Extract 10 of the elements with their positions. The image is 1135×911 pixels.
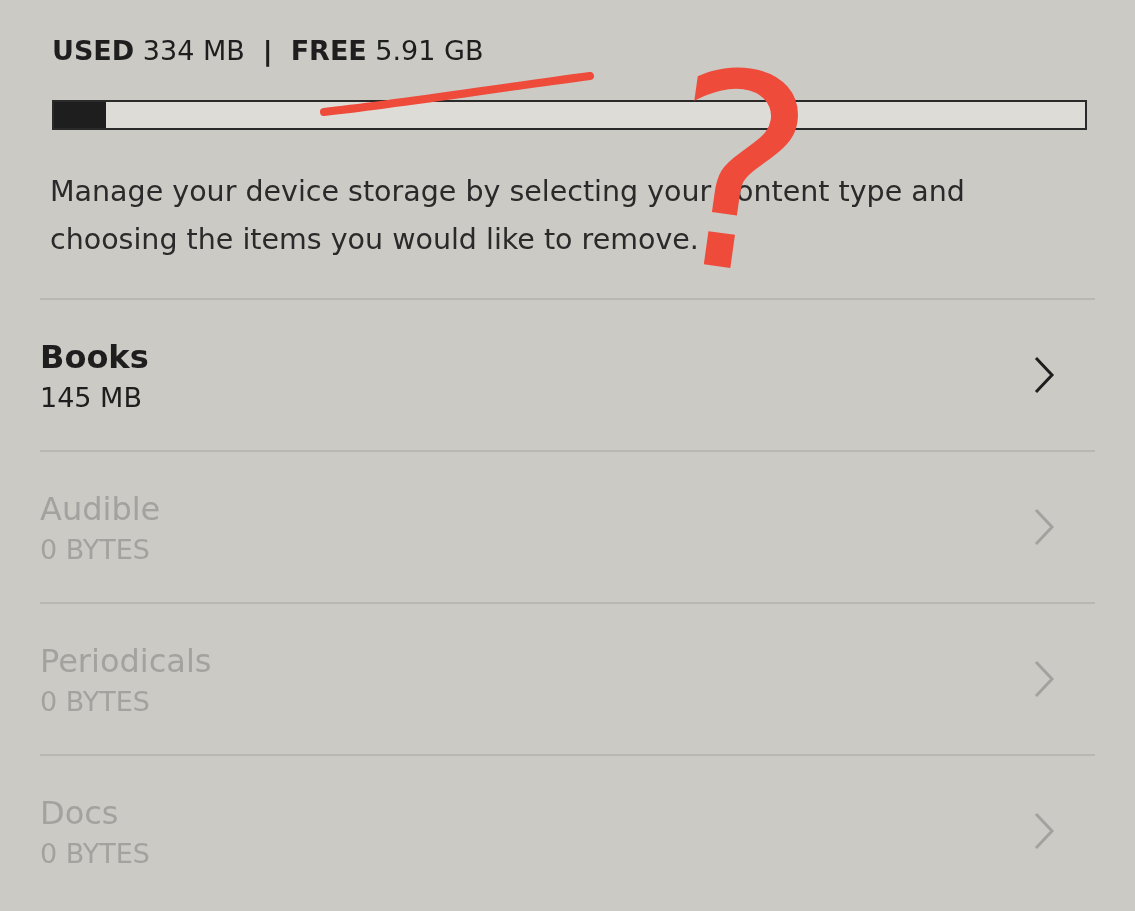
chevron-right-icon (1033, 507, 1055, 547)
category-size: 145 MB (40, 381, 143, 413)
chevron-right-icon (1033, 659, 1055, 699)
used-storage: USED 334 MB (52, 34, 245, 66)
chevron-right-icon (1033, 811, 1055, 851)
category-name: Books (40, 337, 149, 376)
free-storage: FREE 5.91 GB (290, 34, 484, 66)
chevron-right-icon (1033, 355, 1055, 395)
category-row[interactable]: Books 145 MB (40, 298, 1095, 450)
separator: | (262, 34, 273, 66)
